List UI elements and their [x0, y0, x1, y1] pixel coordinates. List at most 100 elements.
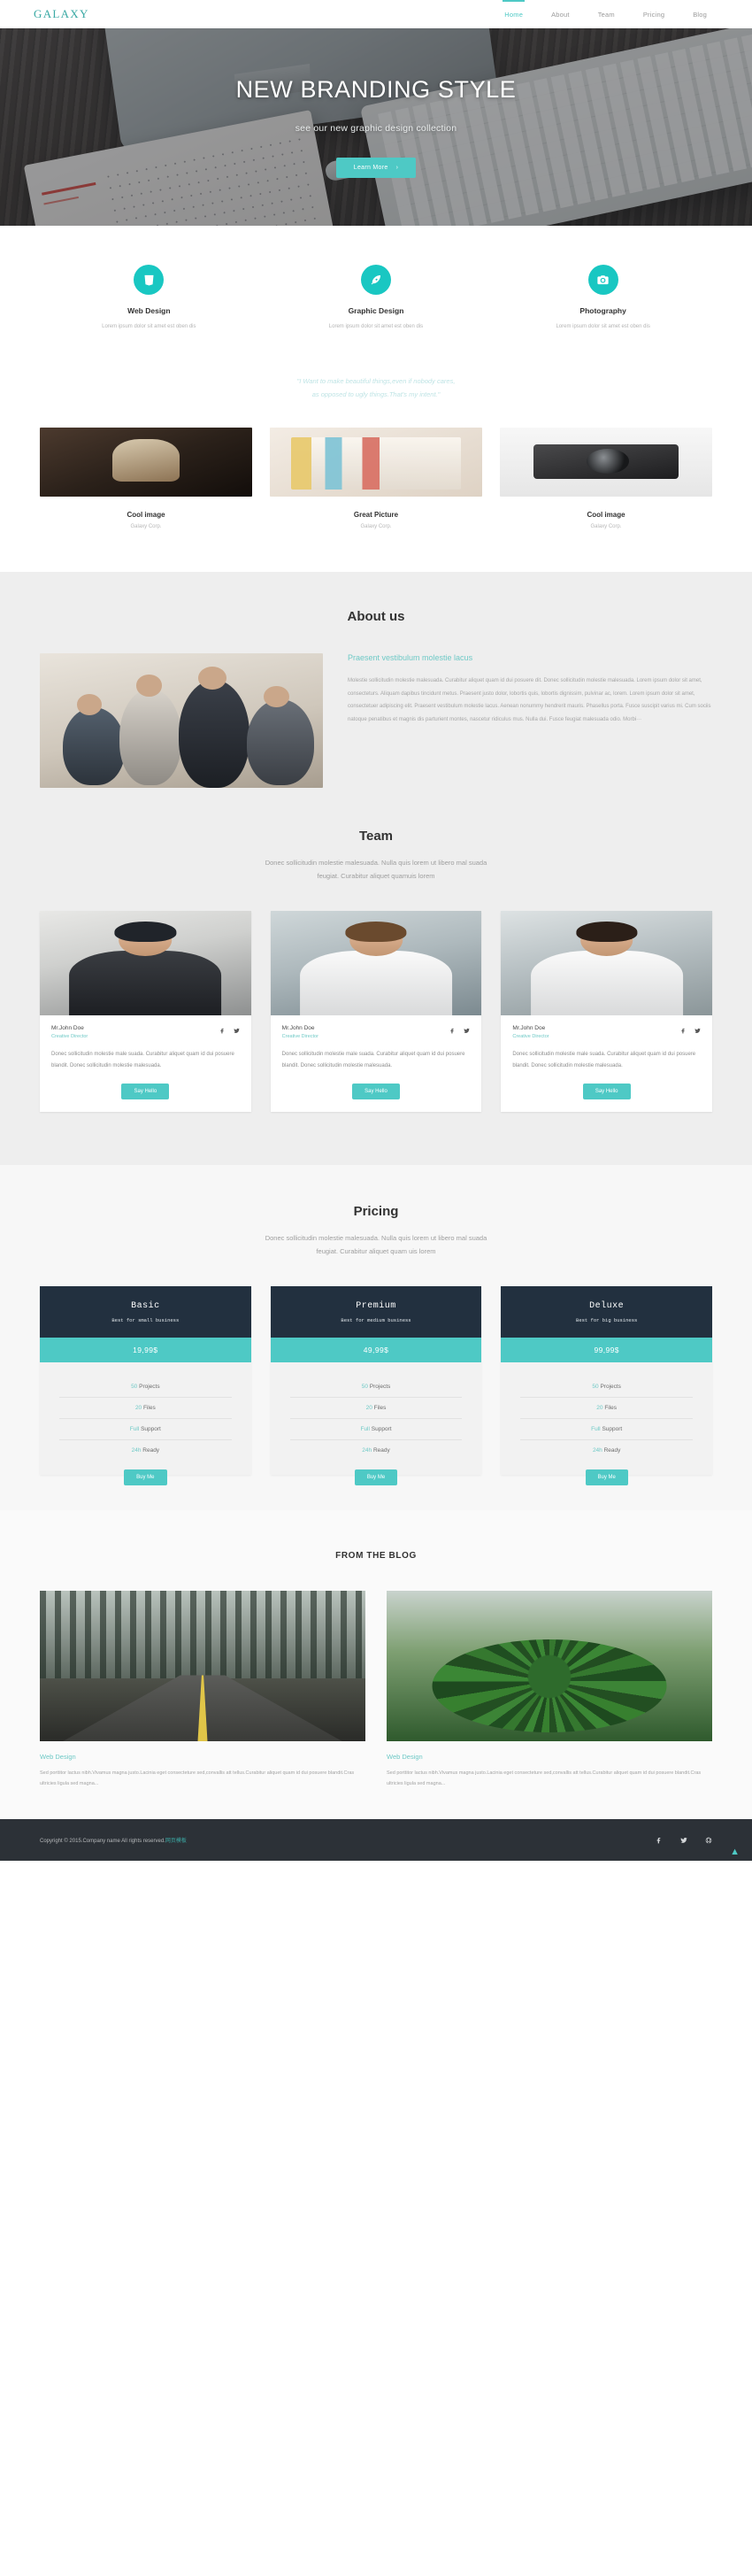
service-desc: Lorem ipsum dolor sit amet est oben dis — [328, 324, 424, 329]
facebook-icon[interactable] — [680, 1028, 687, 1034]
feature-value: 20 — [596, 1405, 603, 1412]
quote-block: "I Want to make beautiful things,even if… — [0, 362, 752, 428]
feature-value: 50 — [592, 1384, 599, 1391]
portfolio-title: Great Picture — [353, 511, 399, 520]
palm-leaves — [432, 1639, 667, 1733]
learn-more-button[interactable]: Learn More › — [335, 158, 417, 178]
buy-me-button[interactable]: Buy Me — [585, 1469, 628, 1486]
team-section: Team Donec sollicitudin molestie malesua… — [0, 788, 752, 1166]
team-member-info: Mr.John Doe Creative Director Donec soll… — [271, 1015, 482, 1112]
nav-link-home[interactable]: Home — [490, 0, 537, 27]
plan-feature: Full Support — [59, 1419, 232, 1441]
back-to-top-icon[interactable]: ▲ — [730, 1847, 740, 1857]
twitter-icon[interactable] — [680, 1837, 687, 1844]
twitter-icon[interactable] — [464, 1028, 471, 1034]
plan-name: Premium — [356, 1301, 396, 1312]
plan-feature: Full Support — [520, 1419, 694, 1441]
blog-image-palm-plant[interactable] — [387, 1591, 712, 1742]
portfolio-thumbnail-desk-flatlay[interactable] — [270, 428, 482, 497]
pen-nib-icon — [360, 265, 391, 295]
quote-line-1: "I Want to make beautiful things,even if… — [296, 377, 456, 386]
plan-feature: 20 Files — [520, 1398, 694, 1420]
plan-price: 19,99$ — [40, 1338, 251, 1363]
person-head — [135, 675, 162, 697]
team-card: Mr.John Doe Creative Director Donec soll… — [40, 911, 251, 1113]
feature-label: Files — [604, 1405, 618, 1412]
service-photography[interactable]: Photography Lorem ipsum dolor sit amet e… — [519, 265, 687, 332]
portfolio-company: Galaxy Corp. — [590, 524, 622, 530]
blog-post-excerpt: Sed porttitor lactus nibh.Vivamus magna … — [40, 1770, 355, 1786]
blog-post-excerpt: Sed porttitor lactus nibh.Vivamus magna … — [387, 1770, 702, 1786]
person-silhouette — [119, 688, 181, 786]
team-member-photo — [40, 911, 251, 1016]
service-graphic-design[interactable]: Graphic Design Lorem ipsum dolor sit ame… — [292, 265, 460, 332]
portfolio-item[interactable]: Great Picture Galaxy Corp. — [270, 428, 482, 529]
pricing-section: Pricing Donec sollicitudin molestie male… — [0, 1165, 752, 1511]
blog-post-title[interactable]: Web Design — [40, 1753, 365, 1761]
nav-link-pricing[interactable]: Pricing — [629, 0, 679, 27]
say-hello-button[interactable]: Say Hello — [352, 1084, 400, 1100]
blog-section: FROM THE BLOG Web Design Sed porttitor l… — [0, 1510, 752, 1820]
nav-link-blog[interactable]: Blog — [679, 0, 721, 27]
figure-hair — [576, 921, 638, 943]
plan-features: 50 Projects 20 Files Full Support 24h Re… — [40, 1362, 251, 1464]
buy-me-button[interactable]: Buy Me — [354, 1469, 398, 1486]
plan-feature: 20 Files — [289, 1398, 463, 1420]
feature-value: 50 — [361, 1384, 368, 1391]
person-head — [76, 693, 103, 715]
portfolio-thumbnail-vintage-camera[interactable] — [500, 428, 712, 497]
feature-value: Full — [591, 1426, 601, 1433]
twitter-icon[interactable] — [694, 1028, 701, 1034]
nav-link-about[interactable]: About — [537, 0, 584, 27]
buy-me-button[interactable]: Buy Me — [124, 1469, 167, 1486]
feature-value: 20 — [365, 1405, 372, 1412]
figure-hair — [345, 921, 407, 943]
portfolio-thumbnail-antique-telephone[interactable] — [40, 428, 252, 497]
about-paragraph: Molestie sollicitudin molestie malesuada… — [348, 678, 711, 723]
template-credit-link[interactable]: 网页模板 — [165, 1839, 187, 1844]
say-hello-button[interactable]: Say Hello — [121, 1084, 170, 1100]
team-member-desc: Donec sollicitudin molestie male suada. … — [512, 1052, 696, 1068]
blog-row: Web Design Sed porttitor lactus nibh.Viv… — [0, 1561, 752, 1789]
figure-hair — [114, 921, 176, 943]
twitter-icon[interactable] — [233, 1028, 240, 1034]
brand-logo[interactable]: GALAXY — [34, 7, 89, 21]
learn-more-label: Learn More — [353, 165, 388, 171]
pricing-card-header: Deluxe Best for big business — [501, 1286, 713, 1338]
plan-tagline: Best for medium business — [341, 1317, 411, 1324]
portfolio-item[interactable]: Cool image Galaxy Corp. — [500, 428, 712, 529]
feature-label: Ready — [372, 1447, 390, 1454]
team-row: Mr.John Doe Creative Director Donec soll… — [0, 883, 752, 1165]
services-section: Web Design Lorem ipsum dolor sit amet es… — [0, 226, 752, 363]
say-hello-button[interactable]: Say Hello — [582, 1084, 631, 1100]
nav-links: Home About Team Pricing Blog — [490, 0, 721, 27]
blog-post-title[interactable]: Web Design — [387, 1753, 712, 1761]
person-silhouette — [62, 706, 125, 786]
globe-icon[interactable] — [705, 1837, 712, 1844]
service-web-design[interactable]: Web Design Lorem ipsum dolor sit amet es… — [65, 265, 233, 332]
feature-label: Support — [371, 1426, 392, 1433]
team-subtitle: Donec sollicitudin molestie malesuada. N… — [0, 856, 752, 883]
pricing-card-premium: Premium Best for medium business 49,99$ … — [270, 1286, 482, 1486]
team-member-info: Mr.John Doe Creative Director Donec soll… — [40, 1015, 251, 1112]
feature-label: Ready — [603, 1447, 621, 1454]
pricing-card-basic: Basic Best for small business 19,99$ 50 … — [40, 1286, 251, 1486]
feature-value: 24h — [131, 1447, 142, 1454]
chevron-right-icon: › — [395, 165, 399, 171]
copyright-text: Copyright © 2015.Company name All rights… — [40, 1836, 187, 1844]
pricing-card-header: Premium Best for medium business — [270, 1286, 482, 1338]
facebook-icon[interactable] — [656, 1837, 663, 1844]
nav-link-team[interactable]: Team — [584, 0, 629, 27]
portfolio-title: Cool image — [587, 511, 625, 520]
facebook-icon[interactable] — [449, 1028, 456, 1034]
facebook-icon[interactable] — [219, 1028, 226, 1034]
about-subheading: Praesent vestibulum molestie lacus — [348, 653, 473, 663]
blog-image-forest-road[interactable] — [40, 1591, 365, 1742]
figure-body — [300, 950, 452, 1016]
plan-price: 49,99$ — [270, 1338, 482, 1363]
team-social-links — [219, 1028, 240, 1034]
portfolio-title: Cool image — [127, 511, 165, 520]
team-member-name: Mr.John Doe — [51, 1025, 84, 1032]
team-member-role: Creative Director — [51, 1034, 88, 1040]
portfolio-item[interactable]: Cool image Galaxy Corp. — [40, 428, 252, 529]
